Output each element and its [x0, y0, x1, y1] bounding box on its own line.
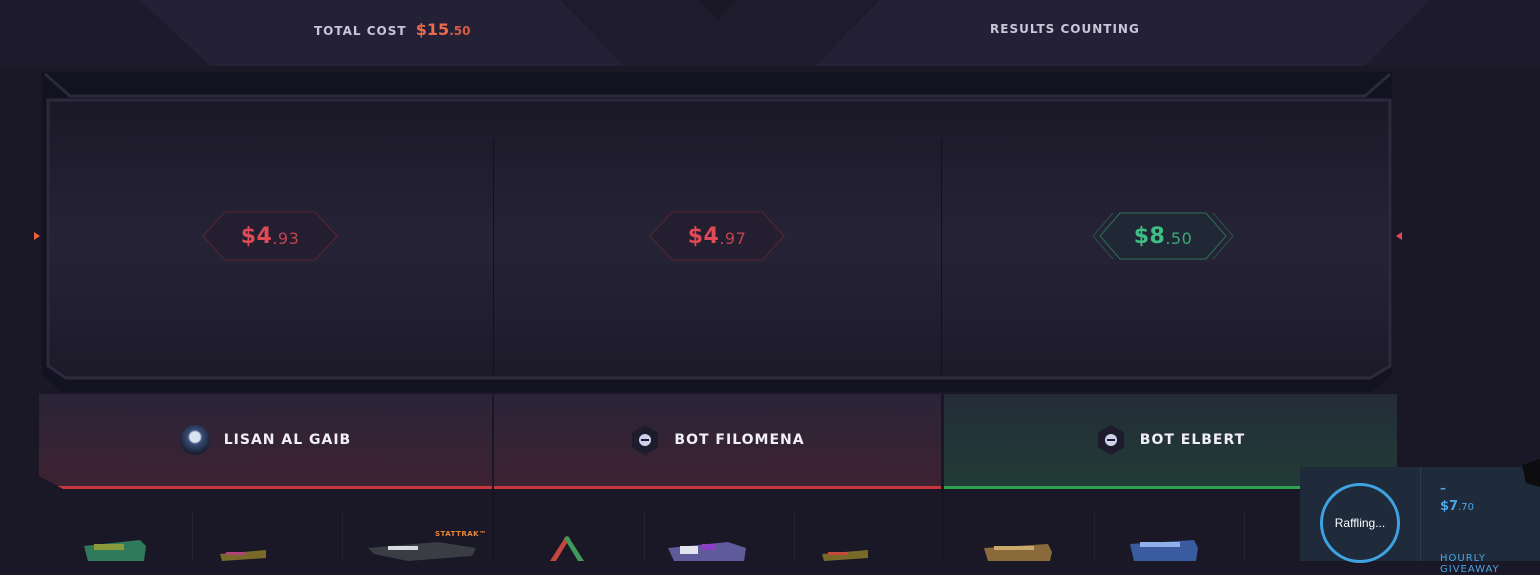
- item-divider: [192, 511, 193, 561]
- weapon-skin-image[interactable]: [80, 536, 150, 561]
- column-price-3: $8.50: [1088, 207, 1238, 265]
- item-divider: [942, 489, 943, 561]
- raffle-dash: –: [1440, 481, 1446, 495]
- left-marker-icon: [28, 226, 48, 246]
- item-divider: [493, 489, 494, 561]
- price-value: $4.93: [240, 223, 300, 249]
- user-avatar: [179, 425, 210, 455]
- column-divider: [493, 140, 494, 375]
- giveaway-item-image: [1522, 459, 1540, 487]
- right-marker-icon: [1392, 226, 1412, 246]
- price-value: $8.50: [1133, 223, 1193, 249]
- total-cost: TOTAL COST $15.50: [314, 20, 470, 39]
- total-cost-label: TOTAL COST: [314, 24, 407, 38]
- item-divider: [1094, 511, 1095, 561]
- bot-icon: [1096, 424, 1126, 456]
- raffle-label: HOURLY GIVEAWAY: [1440, 553, 1500, 575]
- bot-icon: [630, 424, 660, 456]
- total-cost-amount: $15.50: [415, 20, 471, 39]
- item-divider: [342, 511, 343, 561]
- player-card-2[interactable]: BOT FILOMENA: [494, 394, 941, 489]
- item-divider: [644, 511, 645, 561]
- weapon-skin-image[interactable]: [542, 534, 592, 561]
- raffle-status-circle: Raffling...: [1320, 483, 1400, 563]
- raffle-price: $7.70: [1440, 499, 1474, 514]
- weapon-skin-image[interactable]: [984, 542, 1054, 561]
- raffle-divider: [1420, 467, 1421, 561]
- top-bar: TOTAL COST $15.50 RESULTS COUNTING: [0, 0, 1540, 66]
- column-price-1: $4.93: [195, 207, 345, 265]
- weapon-skin-image[interactable]: [668, 540, 748, 561]
- stattrak-label: STATTRAK™: [435, 530, 487, 538]
- item-divider: [794, 511, 795, 561]
- weapon-skin-image[interactable]: [368, 540, 478, 561]
- price-value: $4.97: [687, 223, 747, 249]
- player-name: BOT FILOMENA: [674, 432, 805, 448]
- player-name: BOT ELBERT: [1139, 432, 1246, 448]
- column-divider: [941, 140, 942, 375]
- giveaway-widget[interactable]: Raffling... – $7.70 HOURLY GIVEAWAY: [1300, 459, 1540, 575]
- player-name: LISAN AL GAIB: [223, 432, 352, 448]
- weapon-skin-image[interactable]: [1130, 538, 1200, 561]
- item-divider: [1244, 511, 1245, 561]
- results-counting-label: RESULTS COUNTING: [990, 22, 1140, 36]
- column-price-2: $4.97: [642, 207, 792, 265]
- weapon-skin-image[interactable]: [218, 548, 268, 561]
- top-bar-shapes: [0, 0, 1540, 66]
- weapon-skin-image[interactable]: [820, 548, 870, 561]
- player-card-1[interactable]: LISAN AL GAIB: [39, 394, 492, 489]
